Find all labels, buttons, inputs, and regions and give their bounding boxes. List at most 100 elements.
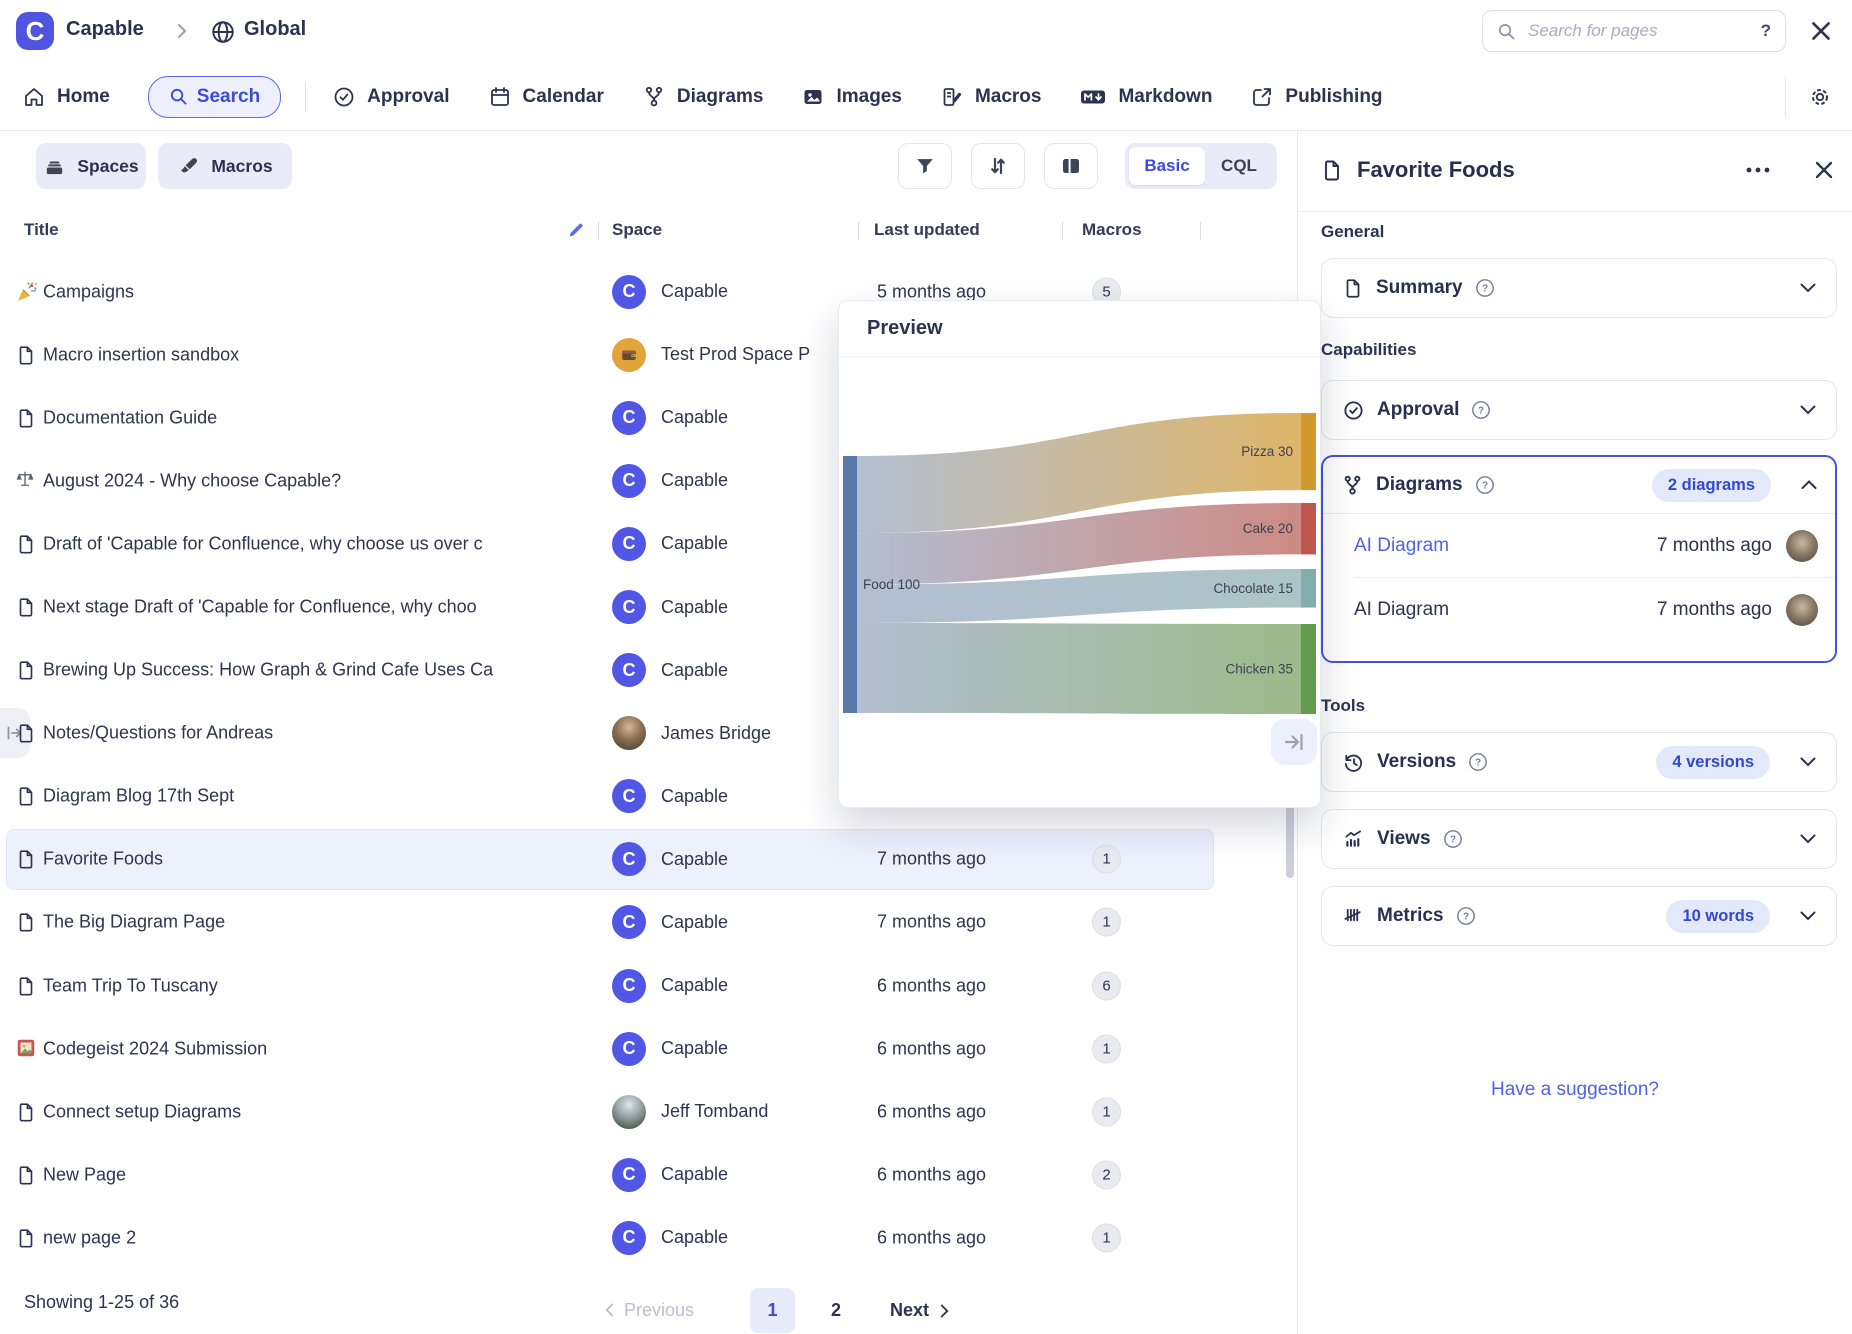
space-name: Capable <box>661 597 728 618</box>
space-cell[interactable]: CCapable <box>612 969 728 1003</box>
page-title[interactable]: Next stage Draft of 'Capable for Conflue… <box>43 597 477 618</box>
approval-card[interactable]: Approval ? <box>1321 380 1837 440</box>
space-name: Capable <box>661 849 728 870</box>
details-panel: Favorite Foods General Summary ? Capabil… <box>1298 131 1852 1334</box>
table-row[interactable]: Connect setup DiagramsJeff Tomband6 mont… <box>0 1080 1297 1143</box>
space-cell[interactable]: CCapable <box>612 779 728 813</box>
page-title[interactable]: The Big Diagram Page <box>43 912 225 933</box>
page-title[interactable]: New Page <box>43 1164 126 1185</box>
versions-card[interactable]: Versions ? 4 versions <box>1321 732 1837 792</box>
space-cell[interactable]: CCapable <box>612 1221 728 1255</box>
columns-button[interactable] <box>1044 143 1098 189</box>
column-last-updated[interactable]: Last updated <box>874 220 980 240</box>
nav-item-markdown[interactable]: Markdown <box>1079 85 1212 109</box>
next-page-button[interactable]: Next <box>890 1288 950 1333</box>
edit-columns-icon[interactable] <box>566 220 586 240</box>
sort-button[interactable] <box>971 143 1025 189</box>
space-cell[interactable]: James Bridge <box>612 716 771 750</box>
page-title[interactable]: new page 2 <box>43 1227 136 1248</box>
space-cell[interactable]: CCapable <box>612 1158 728 1192</box>
space-cell[interactable]: Test Prod Space P <box>612 338 810 372</box>
sankey-source-node <box>843 456 857 713</box>
avatar: C <box>612 969 646 1003</box>
panel-close-icon[interactable] <box>1812 158 1836 182</box>
table-row[interactable]: New PageCCapable6 months ago2 <box>0 1143 1297 1206</box>
nav-item-publishing[interactable]: Publishing <box>1250 85 1382 109</box>
table-row[interactable]: Favorite FoodsCCapable7 months ago1 <box>0 828 1297 891</box>
nav-item-calendar[interactable]: Calendar <box>488 85 604 109</box>
open-in-panel-button[interactable] <box>1271 719 1317 765</box>
table-row[interactable]: Codegeist 2024 SubmissionCCapable6 month… <box>0 1017 1297 1080</box>
nav-item-approval[interactable]: Approval <box>332 85 449 109</box>
page-title[interactable]: Macro insertion sandbox <box>43 344 239 365</box>
macros-filter-button[interactable]: Macros <box>158 143 292 189</box>
diagram-item[interactable]: AI Diagram 7 months ago <box>1323 578 1835 641</box>
page-title[interactable]: Draft of 'Capable for Confluence, why ch… <box>43 533 483 554</box>
diagram-link[interactable]: AI Diagram <box>1354 599 1657 621</box>
column-title[interactable]: Title <box>24 220 59 240</box>
space-cell[interactable]: CCapable <box>612 464 728 498</box>
mode-basic-button[interactable]: Basic <box>1129 147 1205 185</box>
search-help-button[interactable]: ? <box>1761 21 1771 41</box>
table-row[interactable]: The Big Diagram PageCCapable7 months ago… <box>0 891 1297 954</box>
space-cell[interactable]: Jeff Tomband <box>612 1095 768 1129</box>
app-logo[interactable]: C <box>16 12 54 50</box>
images-icon <box>801 85 825 109</box>
nav-item-images[interactable]: Images <box>801 85 901 109</box>
page-title[interactable]: Connect setup Diagrams <box>43 1101 241 1122</box>
nav-item-search[interactable]: Search <box>148 76 281 118</box>
page-title[interactable]: Notes/Questions for Andreas <box>43 723 273 744</box>
page-title[interactable]: Brewing Up Success: How Graph & Grind Ca… <box>43 660 493 681</box>
mode-cql-button[interactable]: CQL <box>1205 156 1273 176</box>
avatar <box>612 338 646 372</box>
table-row[interactable]: Team Trip To TuscanyCCapable6 months ago… <box>0 954 1297 1017</box>
space-cell[interactable]: CCapable <box>612 653 728 687</box>
nav-item-macros[interactable]: Macros <box>940 85 1042 109</box>
diagrams-card-header[interactable]: Diagrams ? 2 diagrams <box>1323 457 1835 514</box>
space-cell[interactable]: CCapable <box>612 905 728 939</box>
page-icon <box>15 595 39 619</box>
page-title[interactable]: August 2024 - Why choose Capable? <box>43 470 341 491</box>
column-macros[interactable]: Macros <box>1082 220 1142 240</box>
page-title[interactable]: Diagram Blog 17th Sept <box>43 786 234 807</box>
views-card[interactable]: Views ? <box>1321 809 1837 869</box>
page-title[interactable]: Team Trip To Tuscany <box>43 975 218 996</box>
page-2-button[interactable]: 2 <box>818 1288 854 1333</box>
section-tools: Tools <box>1321 696 1365 716</box>
page-title[interactable]: Codegeist 2024 Submission <box>43 1038 267 1059</box>
column-space[interactable]: Space <box>612 220 662 240</box>
space-name: Capable <box>661 470 728 491</box>
breadcrumb-chevron-icon <box>176 22 188 40</box>
svg-text:?: ? <box>1449 835 1455 846</box>
diagram-item[interactable]: AI Diagram 7 months ago <box>1323 514 1835 577</box>
space-cell[interactable]: CCapable <box>612 275 728 309</box>
gear-icon[interactable] <box>1806 83 1834 111</box>
space-cell[interactable]: CCapable <box>612 590 728 624</box>
page-title[interactable]: Favorite Foods <box>43 849 163 870</box>
breadcrumb-app[interactable]: Capable <box>66 18 144 41</box>
space-cell[interactable]: CCapable <box>612 1032 728 1066</box>
suggestion-link[interactable]: Have a suggestion? <box>1298 1079 1852 1101</box>
views-icon <box>1342 828 1365 851</box>
space-cell[interactable]: CCapable <box>612 401 728 435</box>
preview-popup: Preview Food 100Pizza 30Cake 20Chocolate… <box>838 300 1321 808</box>
space-cell[interactable]: CCapable <box>612 527 728 561</box>
metrics-card[interactable]: Metrics ? 10 words <box>1321 886 1837 946</box>
spaces-filter-button[interactable]: Spaces <box>36 143 146 189</box>
previous-page-button[interactable]: Previous <box>604 1288 694 1332</box>
publishing-icon <box>1250 85 1274 109</box>
page-title[interactable]: Documentation Guide <box>43 407 217 428</box>
page-title[interactable]: Campaigns <box>43 281 134 302</box>
page-search-input[interactable]: Search for pages ? <box>1482 10 1786 52</box>
close-icon[interactable] <box>1808 18 1834 44</box>
space-cell[interactable]: CCapable <box>612 842 728 876</box>
breadcrumb-section[interactable]: Global <box>244 18 306 41</box>
more-options-icon[interactable] <box>1745 166 1771 174</box>
diagram-link[interactable]: AI Diagram <box>1354 535 1657 557</box>
nav-item-home[interactable]: Home <box>22 85 110 109</box>
summary-card[interactable]: Summary ? <box>1321 258 1837 318</box>
page-1-button[interactable]: 1 <box>750 1288 795 1333</box>
nav-item-diagrams[interactable]: Diagrams <box>642 85 764 109</box>
filter-button[interactable] <box>898 143 952 189</box>
table-row[interactable]: new page 2CCapable6 months ago1 <box>0 1206 1297 1269</box>
